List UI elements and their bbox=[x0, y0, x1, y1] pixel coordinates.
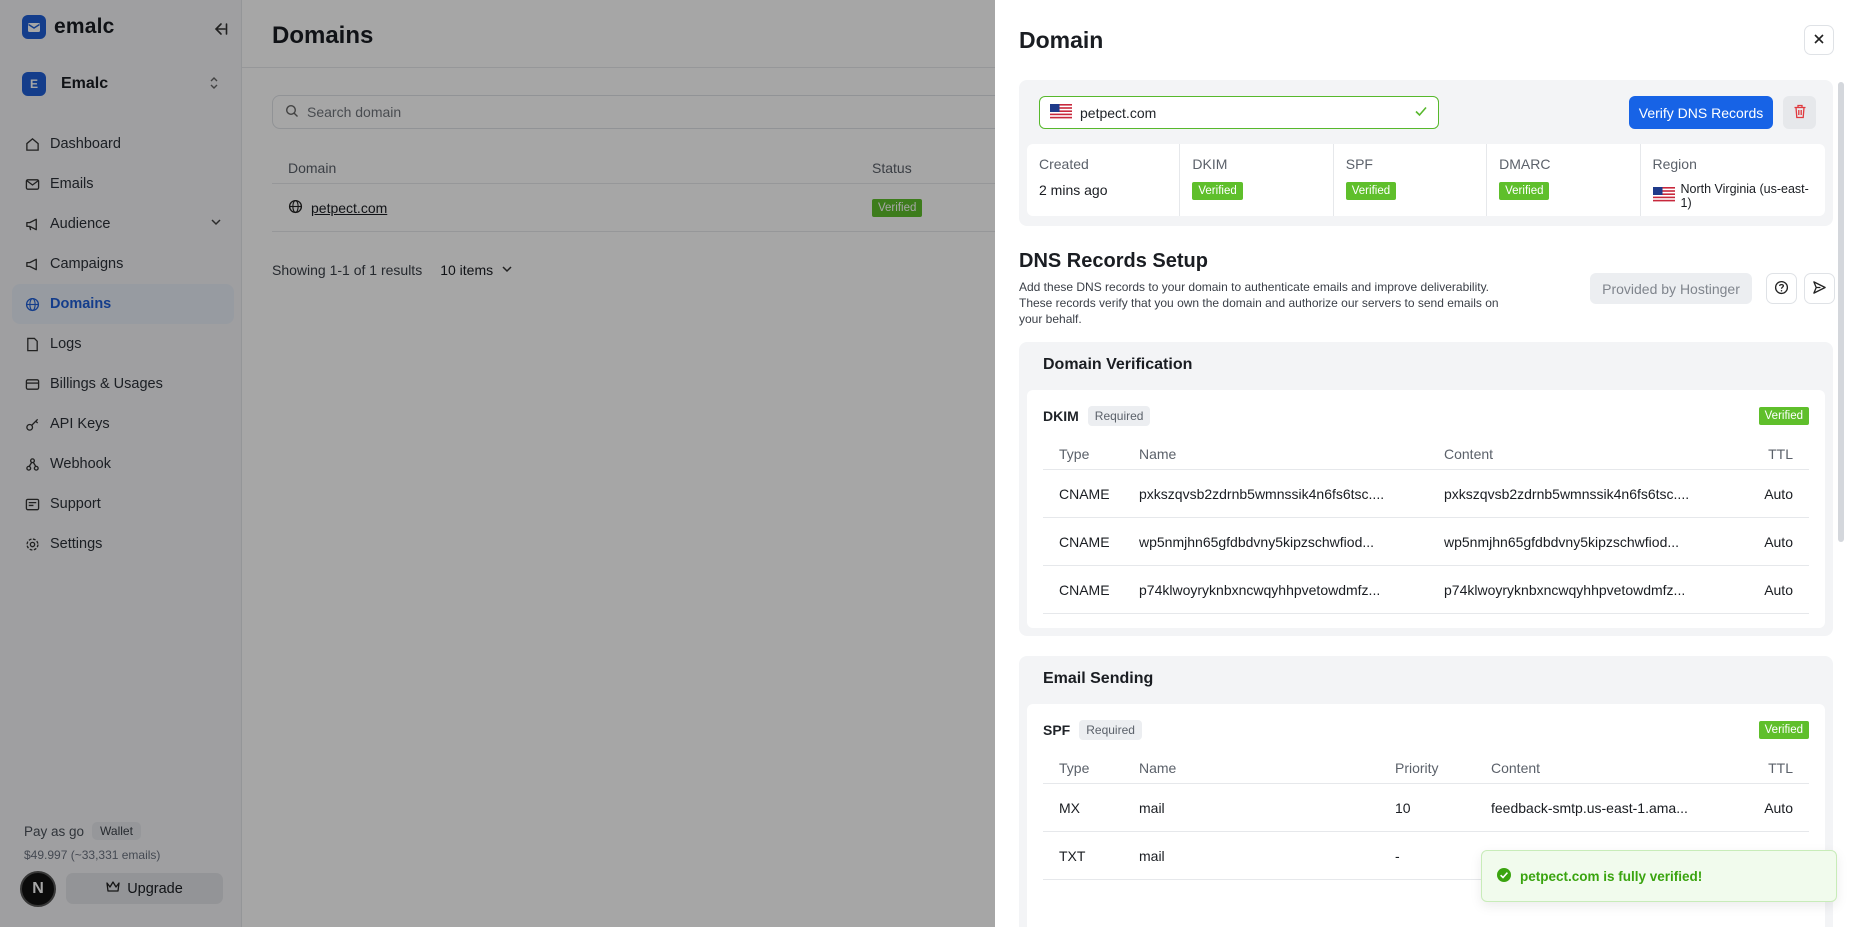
provider-badge: Provided by Hostinger bbox=[1590, 273, 1752, 304]
record-type: CNAME bbox=[1059, 581, 1110, 598]
record-priority: 10 bbox=[1395, 799, 1411, 816]
column-type: Type bbox=[1059, 445, 1090, 462]
stat-region: Region North Virginia (us-east-1) bbox=[1641, 144, 1825, 216]
record-type: CNAME bbox=[1059, 485, 1110, 502]
record-type: MX bbox=[1059, 799, 1080, 816]
success-toast: petpect.com is fully verified! bbox=[1481, 850, 1837, 902]
column-ttl: TTL bbox=[1768, 445, 1793, 462]
dkim-records-table: Type Name Content TTL CNAME pxkszqvsb2zd… bbox=[1043, 438, 1809, 614]
record-type: CNAME bbox=[1059, 533, 1110, 550]
us-flag-icon bbox=[1652, 187, 1675, 205]
stat-label: DMARC bbox=[1499, 156, 1551, 172]
domain-value: petpect.com bbox=[1080, 104, 1157, 121]
toast-message: petpect.com is fully verified! bbox=[1520, 868, 1703, 884]
column-priority: Priority bbox=[1395, 759, 1439, 776]
section-title: Domain Verification bbox=[1043, 356, 1193, 373]
required-badge: Required bbox=[1087, 406, 1151, 426]
close-button[interactable] bbox=[1804, 25, 1834, 55]
record-heading: DKIM Required bbox=[1043, 406, 1151, 426]
help-button[interactable] bbox=[1766, 273, 1797, 304]
status-badge: Verified bbox=[1345, 182, 1397, 200]
table-row[interactable]: CNAME wp5nmjhn65gfdbdvny5kipzschwfiod...… bbox=[1043, 518, 1809, 566]
table-row[interactable]: CNAME pxkszqvsb2zdrnb5wmnssik4n6fs6tsc..… bbox=[1043, 470, 1809, 518]
verify-dns-button[interactable]: Verify DNS Records bbox=[1629, 96, 1773, 129]
column-type: Type bbox=[1059, 759, 1090, 776]
record-name: SPF bbox=[1043, 722, 1071, 738]
drawer-scroll-area: petpect.com Verify DNS Records Created 2… bbox=[1019, 80, 1835, 927]
stat-label: DKIM bbox=[1192, 156, 1228, 172]
domain-verification-section: Domain Verification DKIM Required Verifi… bbox=[1019, 342, 1833, 636]
required-badge: Required bbox=[1079, 720, 1142, 740]
stat-label: Created bbox=[1039, 156, 1089, 172]
dns-description: Add these DNS records to your domain to … bbox=[1019, 280, 1499, 326]
record-content[interactable]: feedback-smtp.us-east-1.ama... bbox=[1475, 800, 1695, 816]
record-ttl: Auto bbox=[1764, 485, 1793, 502]
table-row[interactable]: MX mail 10 feedback-smtp.us-east-1.ama..… bbox=[1043, 784, 1809, 832]
drawer-title: Domain bbox=[1019, 27, 1104, 53]
record-ttl: Auto bbox=[1764, 581, 1793, 598]
record-name-value[interactable]: mail bbox=[1123, 848, 1379, 864]
stat-value: 2 mins ago bbox=[1039, 182, 1108, 198]
stat-label: SPF bbox=[1345, 156, 1373, 172]
table-header: Type Name Priority Content TTL bbox=[1043, 752, 1809, 784]
record-name-value[interactable]: pxkszqvsb2zdrnb5wmnssik4n6fs6tsc.... bbox=[1123, 486, 1428, 502]
record-name-value[interactable]: p74klwoyryknbxncwqyhhpvetowdmfz... bbox=[1123, 582, 1428, 598]
record-name-value[interactable]: mail bbox=[1123, 800, 1379, 816]
record-content[interactable]: p74klwoyryknbxncwqyhhpvetowdmfz... bbox=[1428, 582, 1688, 598]
stat-dmarc: DMARC Verified bbox=[1487, 144, 1641, 216]
status-badge: Verified bbox=[1758, 721, 1809, 739]
close-icon bbox=[1813, 32, 1825, 48]
column-ttl: TTL bbox=[1768, 759, 1793, 776]
table-header: Type Name Content TTL bbox=[1043, 438, 1809, 470]
record-ttl: Auto bbox=[1764, 799, 1793, 816]
column-content: Content bbox=[1491, 759, 1541, 776]
record-content[interactable]: pxkszqvsb2zdrnb5wmnssik4n6fs6tsc.... bbox=[1428, 486, 1688, 502]
send-button[interactable] bbox=[1804, 273, 1835, 304]
record-ttl: Auto bbox=[1764, 533, 1793, 550]
send-icon bbox=[1812, 280, 1827, 298]
domain-drawer: Domain petpect.com Verify DNS Records Cr… bbox=[995, 0, 1862, 927]
status-badge: Verified bbox=[1192, 182, 1243, 200]
stat-spf: SPF Verified bbox=[1334, 144, 1488, 216]
dns-section-title: DNS Records Setup bbox=[1019, 250, 1208, 272]
domain-stats: Created 2 mins ago DKIM Verified SPF Ver… bbox=[1027, 144, 1825, 216]
record-content[interactable]: wp5nmjhn65gfdbdvny5kipzschwfiod... bbox=[1428, 534, 1688, 550]
us-flag-icon bbox=[1050, 103, 1072, 122]
column-content: Content bbox=[1444, 445, 1494, 462]
domain-summary: petpect.com Verify DNS Records Created 2… bbox=[1019, 80, 1833, 226]
help-icon bbox=[1774, 280, 1789, 298]
column-name: Name bbox=[1139, 759, 1177, 776]
check-icon bbox=[1414, 104, 1428, 121]
status-badge: Verified bbox=[1499, 182, 1550, 200]
check-circle-icon bbox=[1496, 867, 1512, 886]
record-type: TXT bbox=[1059, 847, 1086, 864]
drawer-scrollbar[interactable] bbox=[1838, 82, 1844, 542]
stat-label: Region bbox=[1652, 156, 1697, 172]
dkim-card: DKIM Required Verified Type Name Content… bbox=[1027, 390, 1825, 628]
status-badge: Verified bbox=[1758, 407, 1809, 425]
domain-field[interactable]: petpect.com bbox=[1039, 96, 1439, 129]
record-heading: SPF Required bbox=[1043, 720, 1142, 740]
trash-icon bbox=[1793, 104, 1807, 122]
section-title: Email Sending bbox=[1043, 670, 1154, 687]
delete-domain-button[interactable] bbox=[1783, 96, 1816, 129]
table-row[interactable]: CNAME p74klwoyryknbxncwqyhhpvetowdmfz...… bbox=[1043, 566, 1809, 614]
column-name: Name bbox=[1139, 445, 1177, 462]
record-priority: - bbox=[1395, 847, 1400, 864]
stat-dkim: DKIM Verified bbox=[1180, 144, 1334, 216]
record-name: DKIM bbox=[1043, 408, 1079, 424]
region-value: North Virginia (us-east-1) bbox=[1680, 182, 1809, 210]
stat-created: Created 2 mins ago bbox=[1027, 144, 1181, 216]
record-name-value[interactable]: wp5nmjhn65gfdbdvny5kipzschwfiod... bbox=[1123, 534, 1428, 550]
